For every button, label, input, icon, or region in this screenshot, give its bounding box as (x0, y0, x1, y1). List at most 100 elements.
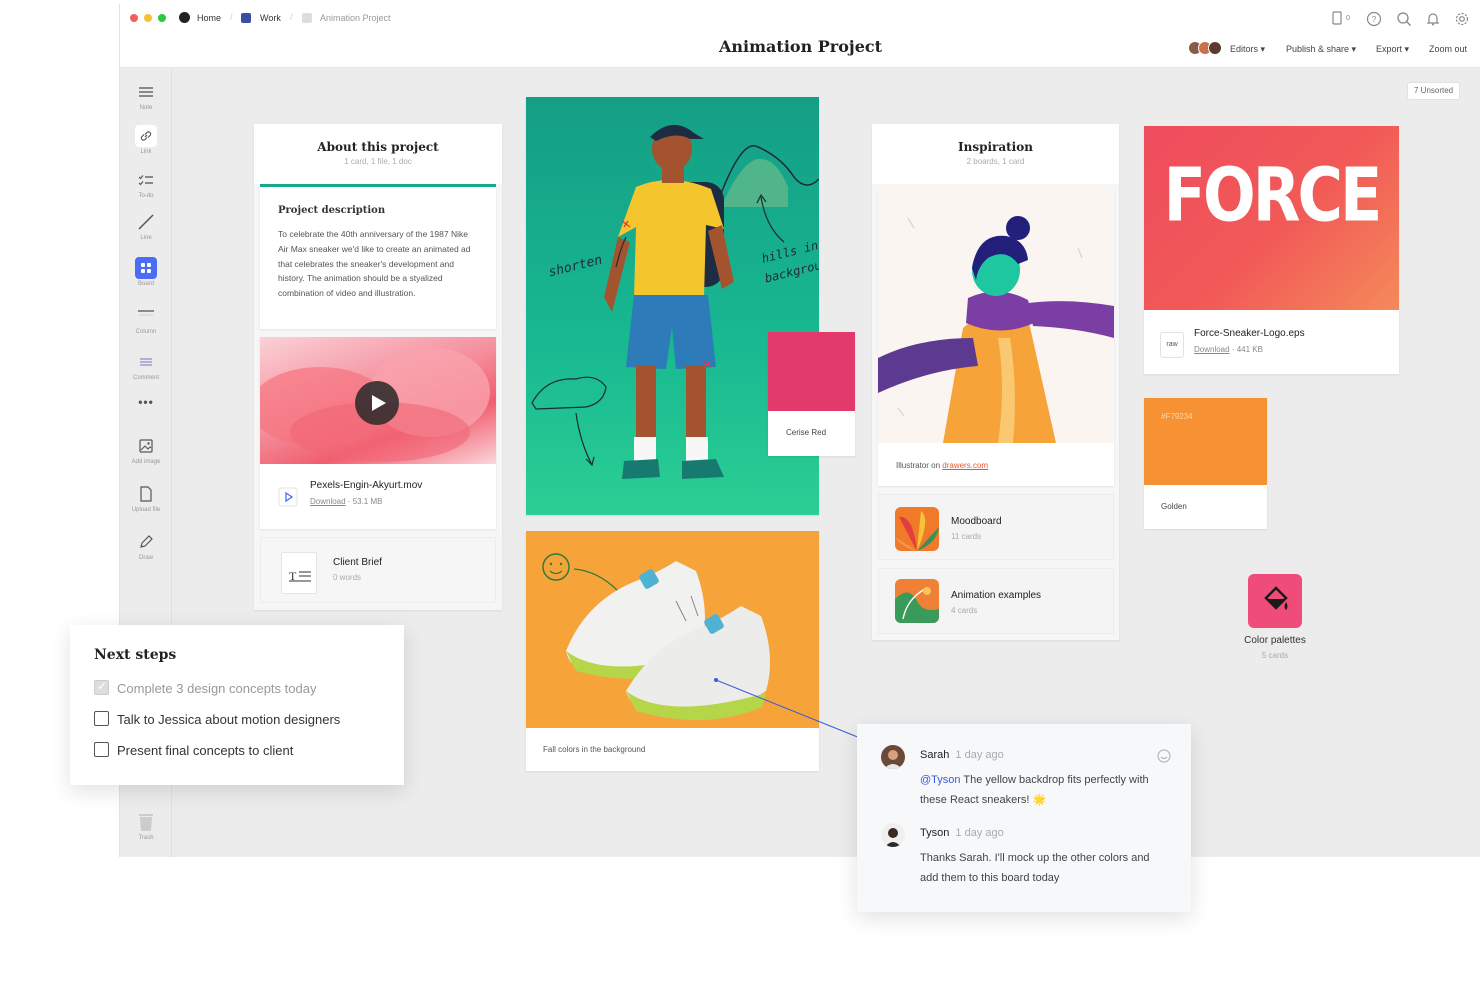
note-icon (135, 81, 157, 103)
force-download-link[interactable]: Download (1194, 345, 1230, 354)
video-thumbnail[interactable] (260, 337, 496, 464)
more-dots-icon: ••• (138, 395, 154, 409)
tool-add-image[interactable]: Add image (120, 435, 172, 465)
comment-author: Tyson 1 day ago (920, 827, 1004, 839)
column-subtitle: 2 boards, 1 card (966, 157, 1025, 166)
force-logo-file-card[interactable]: FORCE raw Force-Sneaker-Logo.eps Downloa… (1144, 126, 1399, 374)
board-animation-examples[interactable]: Animation examples 4 cards (878, 568, 1114, 634)
more-tools[interactable]: ••• (120, 391, 172, 413)
todo-checkbox-checked[interactable] (94, 679, 109, 695)
todo-item[interactable]: Complete 3 design concepts today (94, 679, 394, 698)
comment-author: Sarah 1 day ago (920, 749, 1004, 761)
todo-item[interactable]: Talk to Jessica about motion designers (94, 711, 394, 729)
svg-text:?: ? (1372, 15, 1377, 24)
top-bar: Home / Work / Animation Project 0 ? Anim… (120, 4, 1480, 68)
tool-column[interactable]: Column (120, 305, 172, 335)
comment-time: 1 day ago (955, 749, 1004, 761)
comment-text: @Tyson The yellow backdrop fits perfectl… (920, 774, 1149, 806)
next-steps-card[interactable]: Next steps Complete 3 design concepts to… (70, 625, 404, 785)
project-board-icon (302, 13, 312, 23)
force-file-meta: Download · 441 KB (1194, 345, 1263, 354)
maximize-window-dot[interactable] (158, 14, 166, 22)
description-text: To celebrate the 40th anniversary of the… (278, 229, 471, 299)
force-file-name: Force-Sneaker-Logo.eps (1194, 328, 1305, 339)
board-moodboard[interactable]: Moodboard 11 cards (878, 494, 1114, 560)
about-project-column[interactable]: About this project 1 card, 1 file, 1 doc… (254, 124, 502, 610)
editor-avatar[interactable] (1208, 41, 1222, 55)
video-download-link[interactable]: Download (310, 497, 346, 506)
moodboard-count: 11 cards (951, 532, 982, 541)
tool-upload-file[interactable]: Upload file (120, 483, 172, 513)
swatch-cerise-red[interactable]: Cerise Red (768, 332, 855, 456)
raw-file-icon: raw (1160, 332, 1184, 358)
inspiration-column[interactable]: Inspiration 2 boards, 1 card Illustrator… (872, 124, 1119, 640)
paint-bucket-icon (1264, 586, 1288, 610)
trash-icon (135, 811, 157, 833)
column-title: Inspiration (958, 140, 1033, 154)
close-window-dot[interactable] (130, 14, 138, 22)
tool-board[interactable]: Board (120, 257, 172, 287)
video-file-meta: Download · 53.1 MB (310, 497, 383, 506)
next-steps-title: Next steps (94, 647, 177, 663)
tool-note[interactable]: Note (120, 81, 172, 111)
color-palettes-title: Color palettes (1244, 635, 1306, 646)
todo-checkbox[interactable] (94, 711, 109, 726)
column-icon (135, 305, 157, 327)
publish-share-dropdown[interactable]: Publish & share ▾ (1286, 44, 1356, 55)
play-button[interactable] (355, 381, 399, 425)
todo-item[interactable]: Present final concepts to client (94, 742, 394, 760)
minimize-window-dot[interactable] (144, 14, 152, 22)
swatch-golden[interactable]: #F79234 Golden (1144, 398, 1267, 529)
swatch-label: Cerise Red (786, 428, 827, 437)
editors-dropdown[interactable]: Editors ▾ (1230, 44, 1265, 55)
mention-link[interactable]: @Tyson (920, 774, 961, 786)
client-brief-doc[interactable]: T Client Brief 0 words (260, 537, 496, 603)
force-logo-preview[interactable]: FORCE (1144, 126, 1399, 310)
comment-time: 1 day ago (955, 827, 1004, 839)
illustration-image-card[interactable]: Illustrator on drawers.com (878, 188, 1114, 486)
comment-thread[interactable]: Sarah 1 day ago @Tyson The yellow backdr… (857, 724, 1191, 912)
settings-gear-icon[interactable] (1454, 11, 1470, 27)
tool-link[interactable]: Link (120, 125, 172, 155)
tool-draw[interactable]: Draw (120, 531, 172, 561)
tool-todo[interactable]: To-do (120, 169, 172, 199)
tool-comment[interactable]: Comment (120, 351, 172, 381)
column-header: Inspiration 2 boards, 1 card (872, 124, 1119, 184)
moodboard-icon (895, 507, 939, 551)
tool-trash[interactable]: Trash (120, 811, 172, 841)
help-icon[interactable]: ? (1366, 11, 1382, 27)
bell-icon[interactable] (1425, 11, 1441, 27)
column-header: About this project 1 card, 1 file, 1 doc (254, 124, 502, 184)
page-title: Animation Project (719, 37, 882, 56)
unsorted-button[interactable]: 7 Unsorted (1407, 82, 1461, 100)
client-brief-words: 0 words (333, 573, 362, 582)
zoom-out-button[interactable]: Zoom out (1429, 44, 1467, 54)
export-dropdown[interactable]: Export ▾ (1376, 44, 1409, 55)
tool-line[interactable]: Line (120, 211, 172, 241)
project-description-card[interactable]: Project description To celebrate the 40t… (260, 184, 496, 329)
color-palettes-board[interactable] (1248, 574, 1302, 628)
comment-text: Thanks Sarah. I'll mock up the other col… (920, 852, 1150, 884)
line-icon (135, 211, 157, 233)
credit-link[interactable]: drawers.com (942, 461, 988, 470)
color-palettes-count: 5 cards (1261, 651, 1289, 660)
todo-checkbox[interactable] (94, 742, 109, 757)
work-board-icon (241, 13, 251, 23)
video-file-icon (278, 487, 298, 507)
video-file-card[interactable]: Pexels-Engin-Akyurt.mov Download · 53.1 … (260, 337, 496, 529)
document-icon: T (281, 552, 317, 594)
todo-icon (135, 169, 157, 191)
breadcrumb-project[interactable]: Animation Project (320, 13, 391, 23)
force-logo-text: FORCE (1163, 150, 1383, 239)
pen-icon (135, 531, 157, 553)
comment-connector-line (714, 678, 861, 739)
device-icon[interactable] (1329, 11, 1345, 27)
breadcrumb-home[interactable]: Home (197, 13, 221, 23)
emoji-reaction-icon[interactable] (1157, 749, 1171, 763)
animation-examples-count: 4 cards (951, 606, 978, 615)
image-icon (135, 435, 157, 457)
search-icon[interactable] (1396, 11, 1412, 27)
scarf-illustration[interactable] (878, 188, 1114, 443)
file-icon (135, 483, 157, 505)
breadcrumb-work[interactable]: Work (260, 13, 281, 23)
